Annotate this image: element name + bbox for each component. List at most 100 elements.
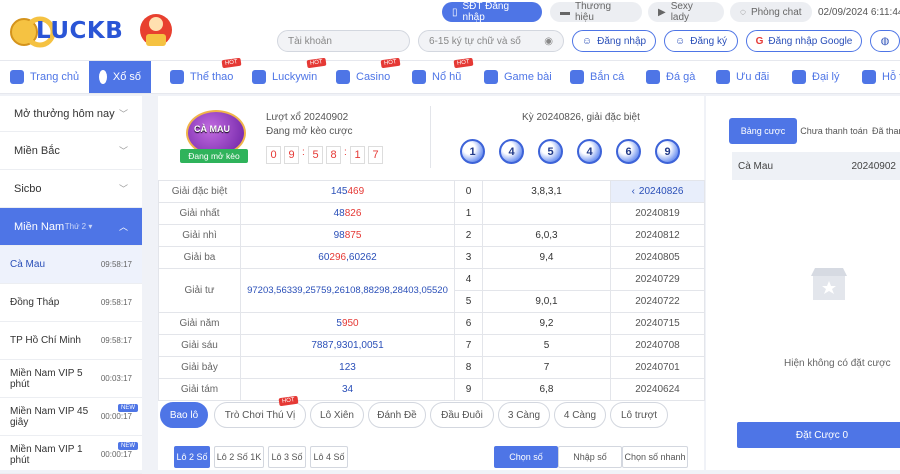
subtab-lo-4-so[interactable]: Lô 4 Số [310,446,348,468]
draw-date[interactable]: 20240624 [610,378,705,401]
digit-head: 9 [454,378,483,401]
table-row[interactable]: 0 3,8,3,1 ‹ 20240826 [454,180,705,203]
table-row[interactable]: 7 5 20240708 [454,334,705,357]
place-bet-button[interactable]: Đặt Cược 0 [737,422,900,448]
prize-value-prefix: 97203,56339,25759,26108,88298,28403,0552… [247,285,448,296]
table-row[interactable]: 5 9,0,1 20240722 [454,290,705,313]
account-input[interactable]: Tài khoản [277,30,410,52]
table-row[interactable]: 1 20240819 [454,202,705,225]
current-datetime: 02/09/2024 6:11:44am [818,7,900,18]
lottery-name: CÀ MAU [194,124,230,134]
subtab-lo-2-so-1k[interactable]: Lô 2 Số 1K [214,446,264,468]
sidebar-group-north[interactable]: Miền Bắc ﹀ [0,132,142,170]
nav-item-slots[interactable]: Nổ hũ HOT [412,57,474,93]
table-row[interactable]: 9 6,8 20240624 [454,378,705,401]
sexy-lady-button[interactable]: ▶ Sexy lady [648,1,724,23]
sidebar-group-south[interactable]: Miền Nam Thứ 2 ▾ ︿ [0,208,142,246]
nav-label: Thể thao [190,71,234,83]
tab-4-cang[interactable]: 4 Càng [554,402,606,428]
tab-paid[interactable]: Đã thanh toán [872,118,900,144]
nav-item-luckywin[interactable]: Luckywin HOT [252,57,327,93]
sidebar-group-today[interactable]: Mở thưởng hôm nay ﹀ [0,96,142,132]
sidebar-item-label: Miền Nam VIP 45 giây [10,405,89,428]
table-row[interactable]: 8 7 20240701 [454,356,705,379]
draw-date[interactable]: 20240722 [610,290,705,313]
sidebar-item-hcm[interactable]: TP Hồ Chí Minh 09:58:17 [0,322,142,360]
digit-head: 2 [454,224,483,247]
more-login-button[interactable]: ◍ [870,30,900,52]
prize-value: 34 [240,378,455,401]
prize-value-prefix: 60 [318,252,330,263]
tab-lo-truot[interactable]: Lô trượt [610,402,668,428]
sidebar-group-label: Miền Bắc [14,144,60,157]
draw-date[interactable]: 20240812 [610,224,705,247]
prize-value-highlight: 875 [344,230,362,241]
nav-item-support[interactable]: Hỗ trợ [862,61,900,93]
countdown-digit: 9 [284,146,299,164]
tab-fun-games[interactable]: Trò Chơi Thú Vị HOT [214,395,306,428]
tab-danh-de[interactable]: Đánh Đề [368,402,426,428]
sidebar-group-sicbo[interactable]: Sicbo ﹀ [0,170,142,208]
draw-date[interactable]: 20240701 [610,356,705,379]
nav-item-fishing[interactable]: Bắn cá [570,61,624,93]
prize-value: 123 [240,356,455,379]
status-badge: Đang mở kèo [180,149,248,163]
enter-numbers-tab[interactable]: Nhập số [558,446,622,468]
nav-item-agent[interactable]: Đại lý [792,61,840,93]
draw-date[interactable]: 20240805 [610,246,705,269]
google-login-button[interactable]: G Đăng nhập Google [746,30,862,52]
tab-3-cang[interactable]: 3 Càng [498,402,550,428]
password-input[interactable]: 6-15 ký tự chữ và số ◉ [418,30,564,52]
result-ball: 6 [616,139,641,164]
prize-value-prefix: 48 [333,208,345,219]
table-row[interactable]: 6 9,2 20240715 [454,312,705,335]
empty-box-icon [811,268,847,300]
login-button[interactable]: ☺ Đăng nhập [572,30,656,52]
login-label: Đăng nhập [597,35,647,47]
sidebar-item-vip45[interactable]: Miền Nam VIP 45 giây 00:00:17 NEW [0,398,142,436]
draw-date-selected[interactable]: ‹ 20240826 [610,180,705,203]
nav-item-sports[interactable]: Thể thao HOT [170,57,242,93]
sidebar-item-vip1[interactable]: Miền Nam VIP 1 phút 00:00:17 NEW [0,436,142,474]
nav-item-promotions[interactable]: Ưu đãi [716,61,769,93]
eye-icon[interactable]: ◉ [544,36,553,47]
main-nav: Trang chủ Xổ số Thể thao HOT Luckywin HOT … [0,57,900,94]
table-row[interactable]: 3 9,4 20240805 [454,246,705,269]
account-placeholder: Tài khoản [288,35,332,47]
draw-date[interactable]: 20240729 [610,268,705,291]
sidebar-item-label: TP Hồ Chí Minh [10,335,81,346]
register-button[interactable]: ☺ Đăng ký [664,30,738,52]
tab-bao-lo[interactable]: Bao lô [160,402,208,428]
prize-value: 98875 [240,224,455,247]
phone-login-button[interactable]: ▯ SĐT Đăng nhập [442,1,542,23]
sidebar-item-ca-mau[interactable]: Cà Mau 09:58:17 [0,246,142,284]
tab-dau-duoi[interactable]: Đầu Đuôi [430,402,494,428]
nav-item-card-games[interactable]: Game bài [484,61,552,93]
draw-date-label: 20240826 [638,186,684,197]
quick-pick-tab[interactable]: Chọn số nhanh [622,446,688,468]
sidebar-item-time: 00:00:17 [100,450,132,459]
sidebar-item-vip5[interactable]: Miền Nam VIP 5 phút 00:03:17 [0,360,142,398]
result-ball: 4 [499,139,524,164]
nav-item-cockfight[interactable]: Đá gà [646,61,695,93]
tab-bet-slip[interactable]: Bảng cược [729,118,797,144]
tab-unpaid[interactable]: Chưa thanh toán [800,118,868,144]
nav-label: Game bài [504,71,552,83]
tab-lo-xien[interactable]: Lô Xiên [310,402,364,428]
luckb-logo[interactable]: LUCKB [6,6,176,54]
draw-date[interactable]: 20240715 [610,312,705,335]
nav-item-lottery[interactable]: Xổ số [89,61,151,93]
tab-label: Trò Chơi Thú Vị [224,409,296,421]
table-row[interactable]: 4 20240729 [454,268,705,291]
draw-date[interactable]: 20240819 [610,202,705,225]
brand-button[interactable]: ▬ Thương hiệu [550,1,642,23]
sidebar-item-dong-thap[interactable]: Đồng Tháp 09:58:17 [0,284,142,322]
table-row[interactable]: 2 6,0,3 20240812 [454,224,705,247]
nav-item-casino[interactable]: Casino HOT [336,57,401,93]
pick-numbers-tab[interactable]: Chọn số [494,446,558,468]
draw-date[interactable]: 20240708 [610,334,705,357]
chat-room-button[interactable]: ◌ Phòng chat [730,2,812,22]
subtab-lo-3-so[interactable]: Lô 3 Số [268,446,306,468]
nav-item-home[interactable]: Trang chủ [10,61,79,93]
subtab-lo-2-so[interactable]: Lô 2 Số [174,446,210,468]
